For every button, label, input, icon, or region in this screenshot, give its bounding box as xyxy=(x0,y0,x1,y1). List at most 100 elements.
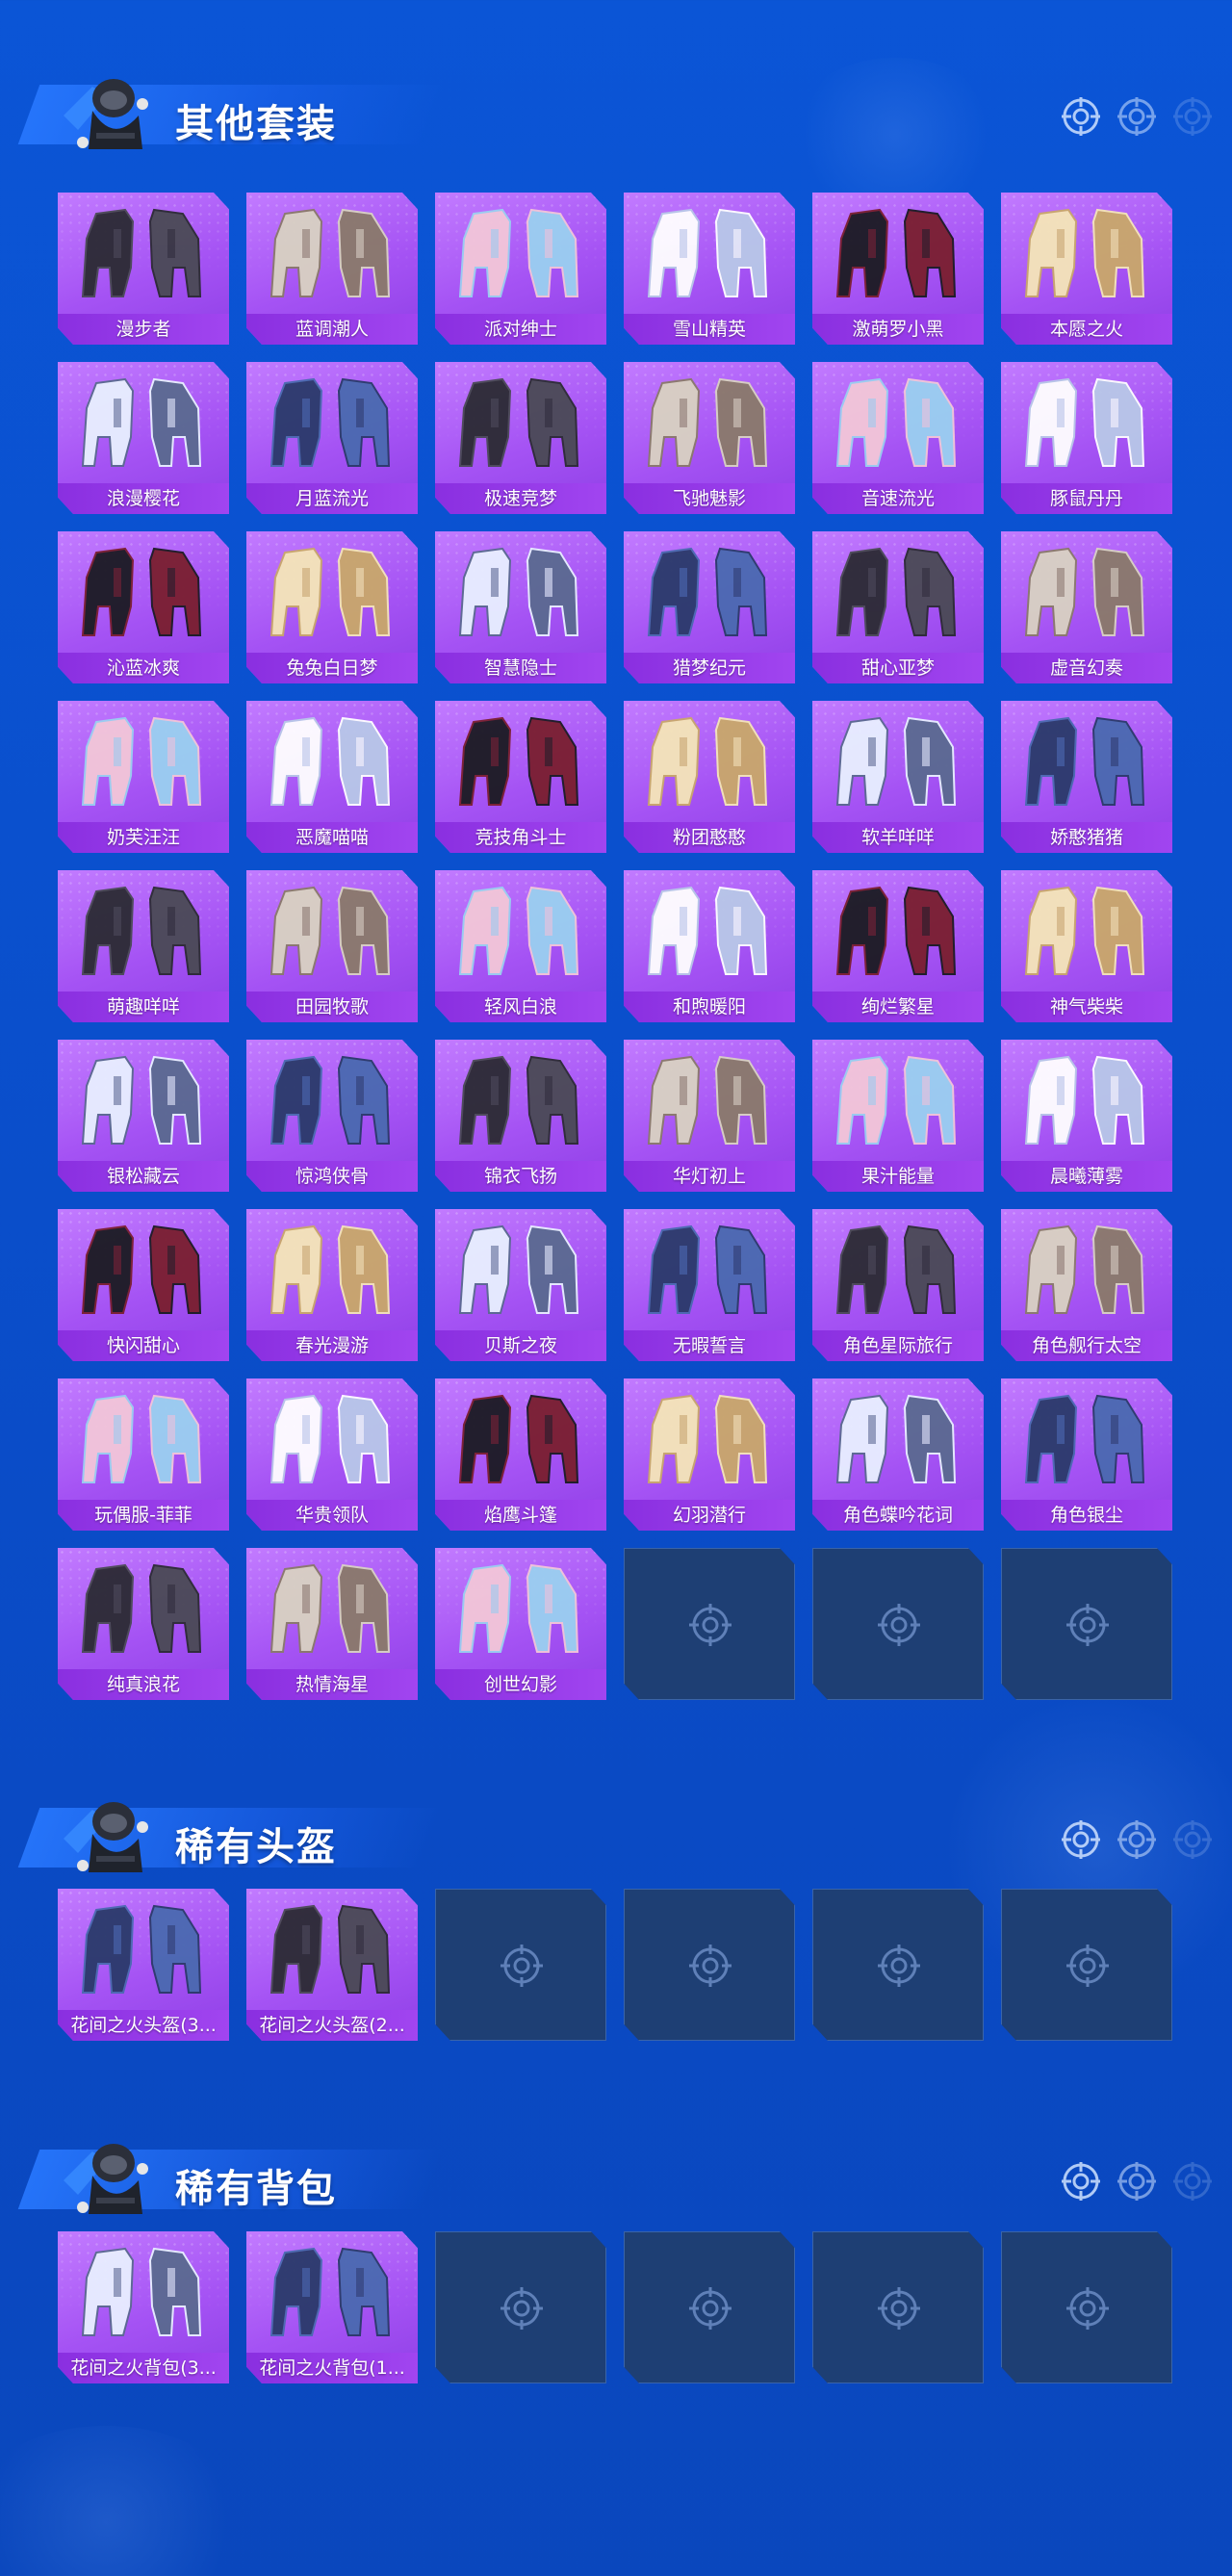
reticle-group xyxy=(1061,1819,1213,1860)
item-card[interactable]: 角色舰行太空 xyxy=(1001,1209,1172,1361)
item-label: 快闪甜心 xyxy=(58,1330,229,1361)
item-card[interactable]: 花间之火背包(3... xyxy=(58,2231,229,2383)
item-label: 晨曦薄雾 xyxy=(1001,1161,1172,1192)
item-card[interactable]: 无暇誓言 xyxy=(624,1209,795,1361)
item-card[interactable]: 兔兔白日梦 xyxy=(246,531,418,683)
item-card[interactable]: 粉团憨憨 xyxy=(624,701,795,853)
item-label: 猎梦纪元 xyxy=(624,653,795,683)
item-card[interactable]: 虚音幻奏 xyxy=(1001,531,1172,683)
item-card[interactable]: 贝斯之夜 xyxy=(435,1209,606,1361)
item-card[interactable]: 蓝调潮人 xyxy=(246,193,418,345)
item-card[interactable]: 月蓝流光 xyxy=(246,362,418,514)
outfit-image xyxy=(264,1047,400,1155)
item-card[interactable]: 甜心亚梦 xyxy=(812,531,984,683)
outfit-image xyxy=(75,1386,212,1494)
item-card[interactable]: 神气柴柴 xyxy=(1001,870,1172,1022)
outfit-image xyxy=(75,200,212,308)
item-card[interactable]: 果汁能量 xyxy=(812,1040,984,1192)
item-card[interactable]: 极速竞梦 xyxy=(435,362,606,514)
outfit-image xyxy=(1018,539,1155,647)
item-label: 焰鹰斗篷 xyxy=(435,1500,606,1531)
item-card[interactable]: 锦衣飞扬 xyxy=(435,1040,606,1192)
item-label: 角色星际旅行 xyxy=(812,1330,984,1361)
item-card[interactable]: 热情海星 xyxy=(246,1548,418,1700)
item-card[interactable]: 豚鼠丹丹 xyxy=(1001,362,1172,514)
item-card[interactable]: 玩偶服-菲菲 xyxy=(58,1378,229,1531)
item-card[interactable]: 浪漫樱花 xyxy=(58,362,229,514)
item-label: 花间之火背包(3... xyxy=(58,2353,229,2383)
item-card[interactable]: 角色银尘 xyxy=(1001,1378,1172,1531)
item-card[interactable]: 花间之火头盔(2... xyxy=(246,1889,418,2041)
item-card[interactable]: 惊鸿侠骨 xyxy=(246,1040,418,1192)
item-card[interactable]: 田园牧歌 xyxy=(246,870,418,1022)
outfit-image xyxy=(75,539,212,647)
item-card[interactable]: 角色蝶吟花词 xyxy=(812,1378,984,1531)
outfit-image xyxy=(264,539,400,647)
item-grid: 花间之火头盔(3... 花间之火头盔(2... xyxy=(58,1889,1172,2041)
item-card[interactable]: 竞技角斗士 xyxy=(435,701,606,853)
item-label: 花间之火背包(1... xyxy=(246,2353,418,2383)
item-card[interactable]: 华灯初上 xyxy=(624,1040,795,1192)
empty-slot xyxy=(624,1889,795,2041)
item-card[interactable]: 轻风白浪 xyxy=(435,870,606,1022)
item-card[interactable]: 晨曦薄雾 xyxy=(1001,1040,1172,1192)
item-card[interactable]: 花间之火头盔(3... xyxy=(58,1889,229,2041)
outfit-image xyxy=(75,1217,212,1325)
empty-slot xyxy=(624,1548,795,1700)
empty-slot xyxy=(435,2231,606,2383)
outfit-image xyxy=(641,1386,778,1494)
item-card[interactable]: 沁蓝冰爽 xyxy=(58,531,229,683)
item-label: 漫步者 xyxy=(58,314,229,345)
outfit-image xyxy=(1018,200,1155,308)
item-card[interactable]: 娇憨猪猪 xyxy=(1001,701,1172,853)
item-card[interactable]: 幻羽潜行 xyxy=(624,1378,795,1531)
outfit-image xyxy=(264,370,400,477)
crosshair-icon xyxy=(875,2284,923,2332)
item-card[interactable]: 创世幻影 xyxy=(435,1548,606,1700)
outfit-image xyxy=(1018,1386,1155,1494)
item-card[interactable]: 奶芙汪汪 xyxy=(58,701,229,853)
item-label: 音速流光 xyxy=(812,483,984,514)
item-card[interactable]: 雪山精英 xyxy=(624,193,795,345)
soldier-mascot-icon xyxy=(54,58,160,164)
section-title: 其他套装 xyxy=(175,102,337,146)
soldier-mascot-icon xyxy=(54,2123,160,2228)
item-card[interactable]: 智慧隐士 xyxy=(435,531,606,683)
item-label: 贝斯之夜 xyxy=(435,1330,606,1361)
crosshair-icon xyxy=(1061,1819,1101,1860)
item-label: 玩偶服-菲菲 xyxy=(58,1500,229,1531)
item-card[interactable]: 快闪甜心 xyxy=(58,1209,229,1361)
crosshair-icon xyxy=(875,1942,923,1990)
crosshair-icon xyxy=(1061,2161,1101,2202)
item-card[interactable]: 绚烂繁星 xyxy=(812,870,984,1022)
outfit-image xyxy=(264,708,400,816)
item-card[interactable]: 焰鹰斗篷 xyxy=(435,1378,606,1531)
item-card[interactable]: 本愿之火 xyxy=(1001,193,1172,345)
item-label: 轻风白浪 xyxy=(435,992,606,1022)
item-label: 花间之火头盔(3... xyxy=(58,2010,229,2041)
item-card[interactable]: 纯真浪花 xyxy=(58,1548,229,1700)
item-label: 花间之火头盔(2... xyxy=(246,2010,418,2041)
crosshair-icon xyxy=(1172,2161,1213,2202)
item-card[interactable]: 银松藏云 xyxy=(58,1040,229,1192)
item-card[interactable]: 萌趣咩咩 xyxy=(58,870,229,1022)
outfit-image xyxy=(641,878,778,986)
crosshair-icon xyxy=(1061,96,1101,137)
item-card[interactable]: 和煦暖阳 xyxy=(624,870,795,1022)
item-card[interactable]: 漫步者 xyxy=(58,193,229,345)
item-card[interactable]: 飞驰魅影 xyxy=(624,362,795,514)
outfit-image xyxy=(264,1556,400,1663)
item-card[interactable]: 猎梦纪元 xyxy=(624,531,795,683)
item-card[interactable]: 激萌罗小黑 xyxy=(812,193,984,345)
item-card[interactable]: 角色星际旅行 xyxy=(812,1209,984,1361)
item-card[interactable]: 音速流光 xyxy=(812,362,984,514)
crosshair-icon xyxy=(686,2284,734,2332)
item-card[interactable]: 恶魔喵喵 xyxy=(246,701,418,853)
crosshair-icon xyxy=(498,2284,546,2332)
item-card[interactable]: 春光漫游 xyxy=(246,1209,418,1361)
item-card[interactable]: 华贵领队 xyxy=(246,1378,418,1531)
item-card[interactable]: 花间之火背包(1... xyxy=(246,2231,418,2383)
crosshair-icon xyxy=(1172,96,1213,137)
item-card[interactable]: 软羊咩咩 xyxy=(812,701,984,853)
item-card[interactable]: 派对绅士 xyxy=(435,193,606,345)
